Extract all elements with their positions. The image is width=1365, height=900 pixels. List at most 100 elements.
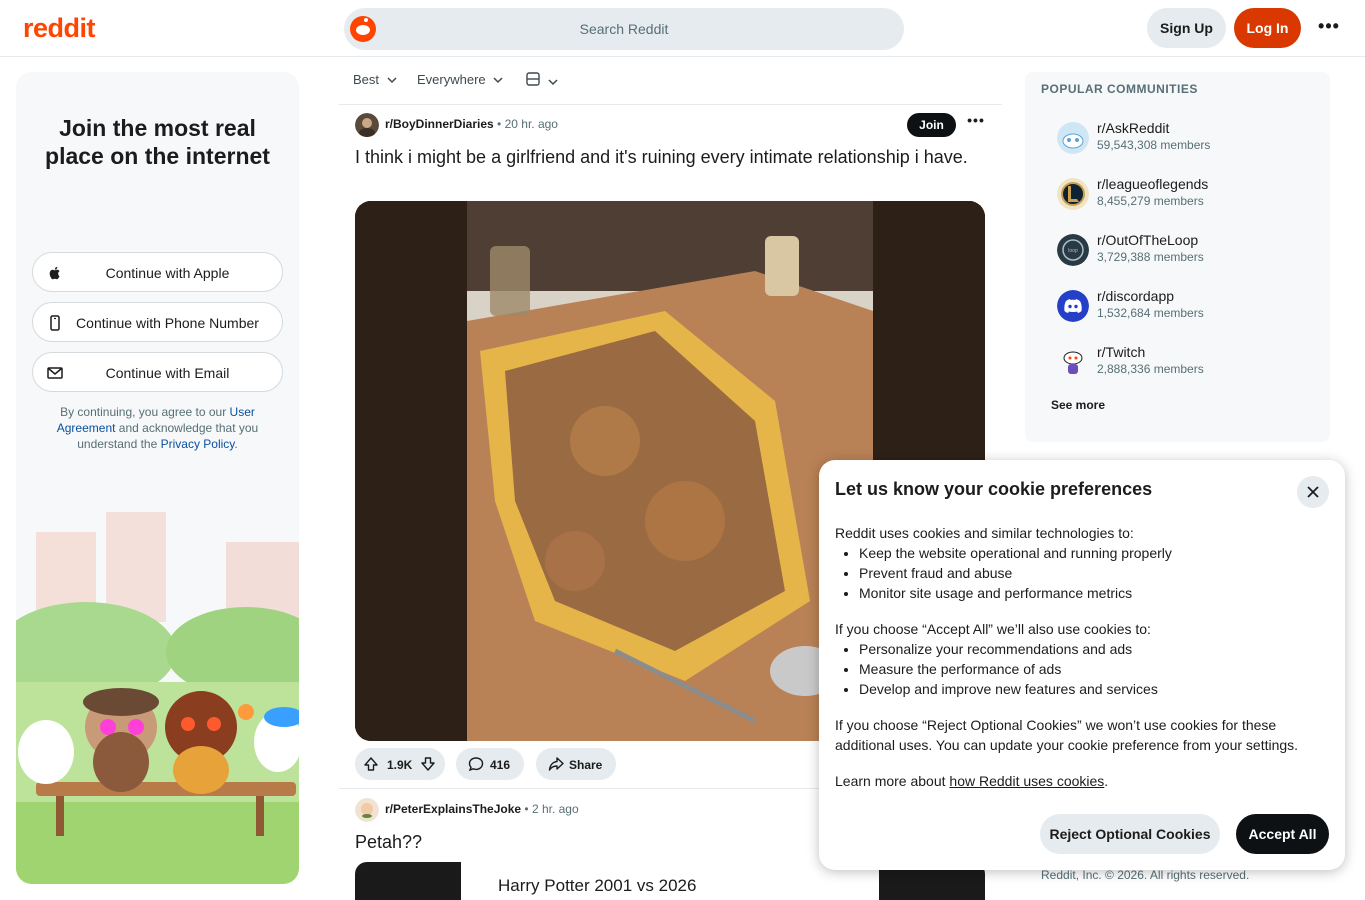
comment-icon [468,757,484,772]
layout-icon [526,72,540,86]
cookie-preferences-dialog: Let us know your cookie preferences Redd… [819,460,1345,870]
subreddit-link[interactable]: r/PeterExplainsTheJoke [385,802,521,816]
post-more-icon[interactable]: ••• [964,112,988,136]
community-members: 59,543,308 members [1097,138,1211,152]
location-dropdown[interactable]: Everywhere [417,72,503,87]
meta-separator: • [524,802,532,816]
cookie-essential-list: Keep the website operational and running… [835,543,1329,603]
outoftheloop-icon: loop [1057,234,1089,266]
cookie-list-item: Keep the website operational and running… [859,543,1329,563]
more-options-icon[interactable]: ••• [1314,14,1344,42]
upvote-icon[interactable] [363,756,379,772]
image-dark-panel [355,862,461,900]
vote-count: 1.9K [387,758,413,772]
community-item[interactable]: r/Twitch 2,888,336 members [1057,342,1317,382]
cookie-list-item: Measure the performance of ads [859,659,1329,679]
community-members: 2,888,336 members [1097,362,1204,376]
sort-dropdown[interactable]: Best [353,72,397,87]
cookie-list-item: Personalize your recommendations and ads [859,639,1329,659]
accept-all-button[interactable]: Accept All [1236,814,1329,854]
log-in-button[interactable]: Log In [1234,8,1301,48]
continue-with-phone-button[interactable]: Continue with Phone Number [32,302,283,342]
reject-optional-cookies-button[interactable]: Reject Optional Cookies [1040,814,1220,854]
community-name: r/AskReddit [1097,120,1170,136]
community-item[interactable]: r/AskReddit 59,543,308 members [1057,118,1317,158]
cookie-reject-text: If you choose “Reject Optional Cookies” … [835,717,1299,753]
comments-button[interactable]: 416 [456,748,524,780]
learn-suffix: . [1104,773,1109,789]
cookie-title: Let us know your cookie preferences [835,479,1153,499]
subreddit-link[interactable]: r/BoyDinnerDiaries [385,117,494,131]
learn-prefix: Learn more about [835,773,946,789]
continue-with-email-button[interactable]: Continue with Email [32,352,283,392]
reddit-logo[interactable]: reddit [23,13,96,44]
close-icon [1307,486,1319,498]
privacy-policy-link[interactable]: Privacy Policy [161,437,235,451]
sign-up-button[interactable]: Sign Up [1147,8,1226,48]
community-members: 3,729,388 members [1097,250,1204,264]
cookie-list-item: Prevent fraud and abuse [859,563,1329,583]
snoo-characters-illustration [16,502,299,884]
share-icon [548,757,564,771]
cookie-optional-list: Personalize your recommendations and ads… [835,639,1329,699]
community-name: r/Twitch [1097,344,1146,360]
signup-title: Join the most real place on the internet [45,115,270,169]
terms-prefix: By continuing, you agree to our [60,405,227,419]
chevron-down-icon [493,77,503,84]
community-item[interactable]: loop r/OutOfTheLoop 3,729,388 members [1057,230,1317,270]
cookie-list-item: Monitor site usage and performance metri… [859,583,1329,603]
auth-button-label: Continue with Apple [105,265,230,281]
close-button[interactable] [1297,476,1329,508]
cookie-policy-link[interactable]: how Reddit uses cookies [949,773,1104,789]
subreddit-avatar[interactable] [355,798,379,822]
continue-with-apple-button[interactable]: Continue with Apple [32,252,283,292]
chevron-down-icon [548,79,558,86]
post-time: 20 hr. ago [504,117,558,131]
subreddit-avatar[interactable] [355,113,379,137]
sort-label: Best [353,72,380,87]
terms-text: By continuing, you agree to our User Agr… [46,404,269,452]
post-time: 2 hr. ago [531,802,579,816]
view-dropdown[interactable] [526,72,558,89]
cookie-accept-intro: If you choose “Accept All” we’ll also us… [835,621,1151,637]
search-input[interactable]: Search Reddit [344,21,904,37]
leagueoflegends-icon [1057,178,1089,210]
auth-button-label: Continue with Email [105,365,230,381]
vote-controls: 1.9K [355,748,445,780]
terms-suffix: . [234,437,238,451]
top-header: reddit Search Reddit Sign Up Log In ••• [0,0,1365,57]
community-name: r/OutOfTheLoop [1097,232,1199,248]
footer-copyright: Reddit, Inc. © 2026. All rights reserved… [1041,868,1250,882]
image-caption: Harry Potter 2001 vs 2026 [498,876,697,895]
cookie-learn-more: Learn more about how Reddit uses cookies… [835,771,1329,791]
askreddit-icon [1057,122,1089,154]
share-button[interactable]: Share [536,748,616,780]
signup-card: Join the most real place on the internet… [16,72,299,884]
community-item[interactable]: r/leagueoflegends 8,455,279 members [1057,174,1317,214]
share-label: Share [569,758,603,772]
community-members: 8,455,279 members [1097,194,1204,208]
see-more-button[interactable]: See more [1051,398,1105,412]
chevron-down-icon [387,77,397,84]
post-meta: r/BoyDinnerDiaries • 20 hr. ago [385,117,558,131]
feed-divider [339,104,1002,105]
post-meta: r/PeterExplainsTheJoke • 2 hr. ago [385,802,579,816]
svg-text:loop: loop [1068,248,1078,254]
discord-icon [1057,290,1089,322]
meta-separator: • [497,117,505,131]
community-name: r/leagueoflegends [1097,176,1209,192]
comment-count: 416 [490,758,511,772]
community-name: r/discordapp [1097,288,1175,304]
search-bar[interactable]: Search Reddit [344,8,904,50]
auth-button-label: Continue with Phone Number [76,315,259,331]
twitch-icon [1057,346,1089,378]
cookie-intro: Reddit uses cookies and similar technolo… [835,525,1134,541]
sidebar-title: POPULAR COMMUNITIES [1041,82,1198,96]
community-item[interactable]: r/discordapp 1,532,684 members [1057,286,1317,326]
cookie-body: Reddit uses cookies and similar technolo… [835,523,1329,791]
join-button[interactable]: Join [907,113,956,137]
popular-communities: POPULAR COMMUNITIES r/AskReddit 59,543,3… [1025,72,1330,442]
post-title[interactable]: I think i might be a girlfriend and it's… [355,145,975,169]
location-label: Everywhere [417,72,486,87]
downvote-icon[interactable] [420,756,436,772]
